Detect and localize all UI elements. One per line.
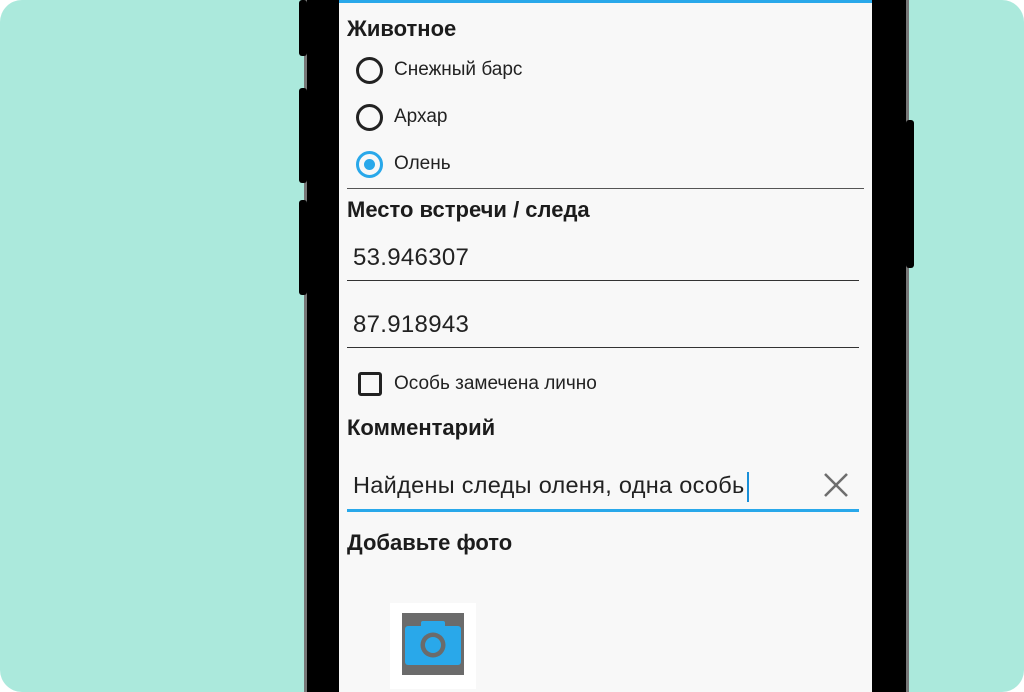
radio-button-selected[interactable] <box>356 150 383 178</box>
seen-personally-label: Особь замечена лично <box>394 373 597 394</box>
latitude-field[interactable]: 53.946307 <box>347 235 859 281</box>
seen-personally-checkbox[interactable] <box>358 372 382 396</box>
longitude-field[interactable]: 87.918943 <box>347 302 859 348</box>
radio-label: Снежный барс <box>394 59 523 80</box>
comment-value[interactable]: Найдены следы оленя, одна особь <box>353 471 749 502</box>
radio-button[interactable] <box>356 103 383 131</box>
canvas-background: Животное Снежный барс Архар Олень Место … <box>0 0 1024 692</box>
comment-section-title: Комментарий <box>347 415 496 440</box>
phone-volume-down-button <box>299 200 307 295</box>
close-icon <box>822 471 850 504</box>
latitude-value[interactable]: 53.946307 <box>353 244 469 272</box>
radio-option-argali[interactable]: Архар <box>356 102 447 132</box>
seen-personally-checkbox-row[interactable]: Особь замечена лично <box>358 369 597 399</box>
add-photo-button[interactable] <box>390 603 476 689</box>
radio-label: Олень <box>394 153 451 174</box>
animal-section-title: Животное <box>347 16 457 41</box>
longitude-value[interactable]: 87.918943 <box>353 311 469 339</box>
photo-section-title: Добавьте фото <box>347 530 513 555</box>
text-caret <box>746 471 749 502</box>
location-section-title: Место встречи / следа <box>347 197 590 222</box>
toolbar-bottom-accent <box>339 0 872 3</box>
phone-volume-up-button <box>299 88 307 183</box>
radio-button[interactable] <box>356 56 383 84</box>
camera-icon <box>402 612 464 680</box>
radio-option-deer[interactable]: Олень <box>356 149 451 179</box>
section-divider <box>347 188 864 189</box>
radio-label: Архар <box>394 106 448 127</box>
phone-power-button <box>906 120 914 268</box>
comment-field[interactable]: Найдены следы оленя, одна особь <box>347 464 859 512</box>
comment-text: Найдены следы оленя, одна особь <box>353 471 745 498</box>
app-screen: Животное Снежный барс Архар Олень Место … <box>339 0 872 692</box>
phone-side-button <box>299 0 307 56</box>
radio-option-snow-leopard[interactable]: Снежный барс <box>356 55 522 85</box>
clear-comment-button[interactable] <box>819 470 853 504</box>
